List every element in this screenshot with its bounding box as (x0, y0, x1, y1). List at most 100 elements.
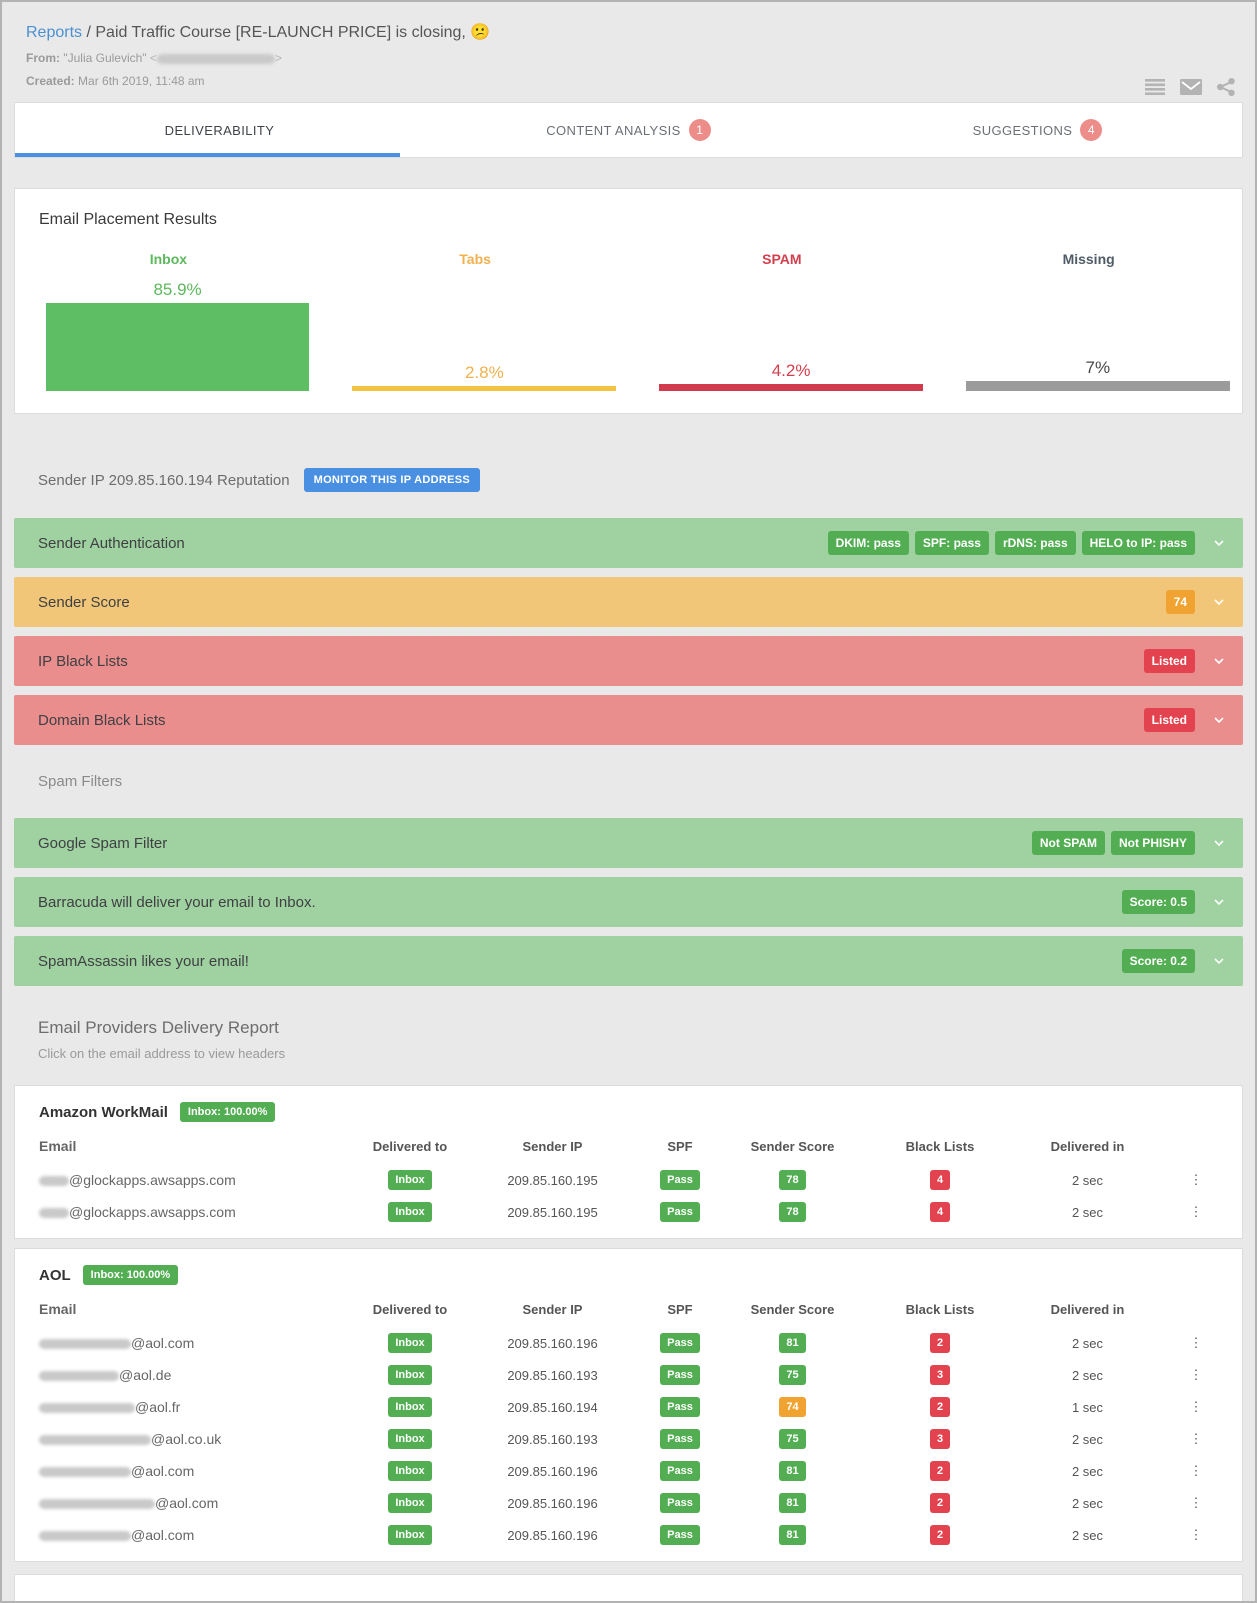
accordion-sender-authentication[interactable]: Sender Authentication DKIM: pass SPF: pa… (14, 518, 1243, 568)
email-address-link[interactable]: @aol.com (39, 1495, 345, 1511)
chart-column-tabs: Tabs 2.8% (322, 251, 629, 391)
next-provider-card-partial (14, 1574, 1243, 1603)
provider-card-amazon-workmail: Amazon WorkMail Inbox: 100.00% Email Del… (14, 1085, 1243, 1239)
accordion-barracuda[interactable]: Barracuda will deliver your email to Inb… (14, 877, 1243, 927)
breadcrumb-separator: / (82, 24, 95, 41)
sender-score-badge: 81 (779, 1461, 805, 1481)
row-menu-icon[interactable]: ⋮ (1150, 1370, 1242, 1380)
from-label: From: (26, 51, 60, 65)
not-phishy-badge: Not PHISHY (1111, 831, 1195, 855)
table-row: @aol.com Inbox 209.85.160.196 Pass 81 2 … (15, 1487, 1242, 1519)
created-label: Created: (26, 74, 75, 88)
black-lists-badge: 4 (930, 1170, 950, 1190)
table-row: @aol.com Inbox 209.85.160.196 Pass 81 2 … (15, 1327, 1242, 1359)
black-lists-badge: 2 (930, 1397, 950, 1417)
tab-deliverability[interactable]: DELIVERABILITY (15, 103, 424, 157)
tab-suggestions[interactable]: SUGGESTIONS 4 (833, 103, 1242, 157)
spf-result-badge: Pass (660, 1461, 700, 1481)
email-address-link[interactable]: @glockapps.awsapps.com (39, 1204, 345, 1220)
sender-ip-cell: 209.85.160.193 (475, 1432, 630, 1447)
delivered-in-cell: 1 sec (1025, 1400, 1150, 1415)
delivered-in-cell: 2 sec (1025, 1173, 1150, 1188)
provider-table: Email Delivered to Sender IP SPF Sender … (15, 1128, 1242, 1228)
spf-result-badge: Pass (660, 1333, 700, 1353)
sender-ip-cell: 209.85.160.196 (475, 1528, 630, 1543)
tab-bar: DELIVERABILITY CONTENT ANALYSIS 1 SUGGES… (14, 102, 1243, 158)
row-menu-icon[interactable]: ⋮ (1150, 1466, 1242, 1476)
mail-icon[interactable] (1180, 79, 1202, 95)
chart-column-spam: SPAM 4.2% (629, 251, 936, 391)
sender-ip-cell: 209.85.160.193 (475, 1368, 630, 1383)
content-analysis-count-badge: 1 (689, 119, 711, 141)
table-row: @aol.com Inbox 209.85.160.196 Pass 81 2 … (15, 1455, 1242, 1487)
row-menu-icon[interactable]: ⋮ (1150, 1207, 1242, 1217)
black-lists-badge: 2 (930, 1493, 950, 1513)
created-line: Created: Mar 6th 2019, 11:48 am (26, 74, 1231, 88)
sender-score-badge: 81 (779, 1525, 805, 1545)
row-menu-icon[interactable]: ⋮ (1150, 1434, 1242, 1444)
accordion-sender-score[interactable]: Sender Score 74 (14, 577, 1243, 627)
delivered-in-cell: 2 sec (1025, 1368, 1150, 1383)
chevron-down-icon (1211, 653, 1227, 669)
black-lists-badge: 4 (930, 1202, 950, 1222)
placement-chart: Inbox 85.9% Tabs 2.8% SPAM 4.2% Missing … (15, 251, 1242, 391)
list-icon[interactable] (1145, 79, 1165, 95)
email-address-link[interactable]: @aol.com (39, 1463, 345, 1479)
inbox-rate-badge: Inbox: 100.00% (180, 1102, 275, 1122)
delivery-report-heading: Email Providers Delivery Report Click on… (14, 1018, 1243, 1061)
barracuda-score-badge: Score: 0.5 (1122, 890, 1195, 914)
tab-content-analysis[interactable]: CONTENT ANALYSIS 1 (424, 103, 833, 157)
email-address-link[interactable]: @glockapps.awsapps.com (39, 1172, 345, 1188)
delivered-in-cell: 2 sec (1025, 1205, 1150, 1220)
spf-result-badge: Pass (660, 1170, 700, 1190)
email-address-link[interactable]: @aol.co.uk (39, 1431, 345, 1447)
row-menu-icon[interactable]: ⋮ (1150, 1338, 1242, 1348)
chevron-down-icon (1211, 712, 1227, 728)
accordion-ip-black-lists[interactable]: IP Black Lists Listed (14, 636, 1243, 686)
table-row: @aol.com Inbox 209.85.160.196 Pass 81 2 … (15, 1519, 1242, 1551)
accordion-domain-black-lists[interactable]: Domain Black Lists Listed (14, 695, 1243, 745)
accordion-spamassassin[interactable]: SpamAssassin likes your email! Score: 0.… (14, 936, 1243, 986)
rdns-badge: rDNS: pass (995, 531, 1076, 555)
spf-result-badge: Pass (660, 1365, 700, 1385)
delivered-in-cell: 2 sec (1025, 1528, 1150, 1543)
suggestions-count-badge: 4 (1080, 119, 1102, 141)
email-placement-card: Email Placement Results Inbox 85.9% Tabs… (14, 188, 1243, 414)
email-address-link[interactable]: @aol.com (39, 1335, 345, 1351)
email-address-link[interactable]: @aol.com (39, 1527, 345, 1543)
page-title: Paid Traffic Course [RE-LAUNCH PRICE] is… (95, 24, 490, 41)
provider-card-aol: AOL Inbox: 100.00% Email Delivered to Se… (14, 1248, 1243, 1562)
black-lists-badge: 2 (930, 1525, 950, 1545)
chart-column-missing: Missing 7% (935, 251, 1242, 391)
dkim-badge: DKIM: pass (828, 531, 909, 555)
row-menu-icon[interactable]: ⋮ (1150, 1498, 1242, 1508)
black-lists-badge: 2 (930, 1461, 950, 1481)
reports-link[interactable]: Reports (26, 24, 82, 41)
chevron-down-icon (1211, 835, 1227, 851)
inbox-rate-badge: Inbox: 100.00% (83, 1265, 178, 1285)
chevron-down-icon (1211, 535, 1227, 551)
chevron-down-icon (1211, 594, 1227, 610)
from-line: From: "Julia Gulevich" <> (26, 51, 1231, 65)
spf-result-badge: Pass (660, 1202, 700, 1222)
table-header-row: Email Delivered to Sender IP SPF Sender … (15, 1128, 1242, 1164)
delivery-report-subtitle: Click on the email address to view heade… (38, 1046, 1243, 1061)
chevron-down-icon (1211, 953, 1227, 969)
email-address-link[interactable]: @aol.de (39, 1367, 345, 1383)
row-menu-icon[interactable]: ⋮ (1150, 1530, 1242, 1540)
row-menu-icon[interactable]: ⋮ (1150, 1402, 1242, 1412)
sender-score-badge: 81 (779, 1333, 805, 1353)
provider-name: Amazon WorkMail (39, 1104, 168, 1121)
table-row: @aol.co.uk Inbox 209.85.160.193 Pass 75 … (15, 1423, 1242, 1455)
ip-blacklist-badge: Listed (1144, 649, 1195, 673)
monitor-ip-button[interactable]: MONITOR THIS IP ADDRESS (304, 468, 480, 492)
sender-score-badge: 75 (779, 1429, 805, 1449)
provider-name: AOL (39, 1267, 71, 1284)
table-row: @glockapps.awsapps.com Inbox 209.85.160.… (15, 1164, 1242, 1196)
share-icon[interactable] (1217, 78, 1235, 96)
email-address-link[interactable]: @aol.fr (39, 1399, 345, 1415)
black-lists-badge: 3 (930, 1365, 950, 1385)
breadcrumb: Reports / Paid Traffic Course [RE-LAUNCH… (26, 22, 1231, 42)
accordion-google-spam-filter[interactable]: Google Spam Filter Not SPAM Not PHISHY (14, 818, 1243, 868)
row-menu-icon[interactable]: ⋮ (1150, 1175, 1242, 1185)
